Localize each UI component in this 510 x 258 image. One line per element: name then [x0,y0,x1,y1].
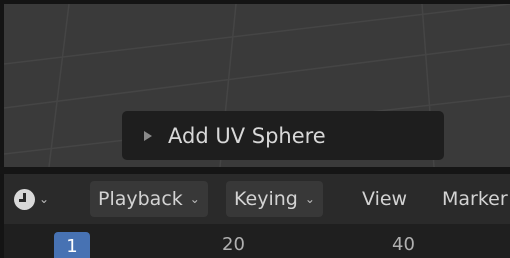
editor-separator[interactable] [0,167,510,174]
marker-menu[interactable]: Marker [436,181,510,217]
chevron-down-icon: ⌄ [39,192,50,206]
marker-menu-label: Marker [442,188,508,210]
3d-viewport[interactable]: Add UV Sphere [4,4,510,167]
disclosure-triangle-icon[interactable] [144,130,152,141]
playback-menu-label: Playback [98,188,183,210]
editor-type-selector[interactable]: ⌄ [14,186,49,212]
timeline-frame-ruler[interactable]: 1 20 40 [4,224,510,258]
timeline-header: ⌄ Playback ⌄ Keying ⌄ View Marker [4,174,510,224]
view-menu[interactable]: View [356,181,413,217]
adjust-last-operation-panel[interactable]: Add UV Sphere [122,111,444,160]
chevron-down-icon: ⌄ [304,192,315,206]
last-operation-label: Add UV Sphere [168,123,326,148]
current-frame-indicator[interactable]: 1 [54,232,90,258]
keying-menu-label: Keying [234,188,298,210]
view-menu-label: View [362,188,408,210]
keying-menu[interactable]: Keying ⌄ [226,181,323,217]
playback-menu[interactable]: Playback ⌄ [90,181,208,217]
clock-icon [14,188,35,210]
ruler-tick-label: 20 [222,234,245,255]
blender-window: Add UV Sphere ⌄ Playback ⌄ Keying ⌄ View… [0,0,510,258]
ruler-tick-label: 40 [392,234,415,255]
chevron-down-icon: ⌄ [189,192,200,206]
